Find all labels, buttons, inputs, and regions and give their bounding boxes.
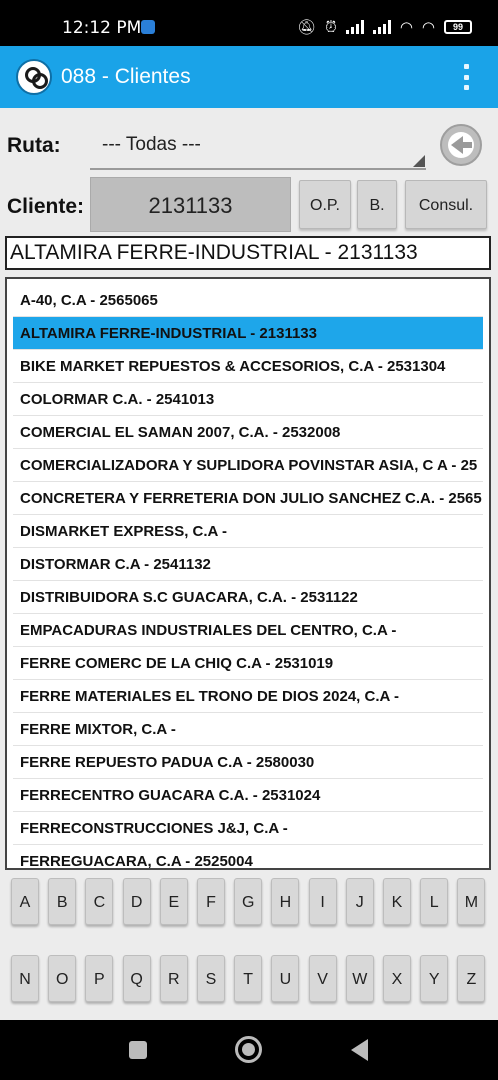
- list-item[interactable]: FERRE COMERC DE LA CHIQ C.A - 2531019: [13, 647, 483, 680]
- key-f[interactable]: F: [197, 878, 225, 925]
- selected-client-display: ALTAMIRA FERRE-INDUSTRIAL - 2131133: [5, 236, 491, 270]
- key-k[interactable]: K: [383, 878, 411, 925]
- nav-recents-icon[interactable]: [129, 1041, 147, 1059]
- key-i[interactable]: I: [308, 878, 337, 925]
- nav-back-icon[interactable]: [351, 1039, 368, 1061]
- op-button[interactable]: O.P.: [299, 180, 351, 229]
- key-e[interactable]: E: [159, 878, 188, 925]
- dropdown-caret-icon: [413, 155, 425, 167]
- list-item[interactable]: BIKE MARKET REPUESTOS & ACCESORIOS, C.A …: [13, 350, 483, 383]
- list-item[interactable]: DISMARKET EXPRESS, C.A -: [13, 515, 483, 548]
- key-g[interactable]: G: [234, 878, 263, 925]
- battery-icon: 99: [444, 20, 472, 34]
- signal-icon: [345, 20, 364, 34]
- status-time: 12:12 PM: [62, 18, 142, 38]
- list-item[interactable]: FERRE MATERIALES EL TRONO DE DIOS 2024, …: [13, 680, 483, 713]
- list-item[interactable]: COLORMAR C.A. - 2541013: [13, 383, 483, 416]
- alarm-icon: ⏰︎: [325, 18, 337, 36]
- key-n[interactable]: N: [11, 955, 39, 1002]
- wifi-icon: ◠: [399, 18, 413, 36]
- list-item[interactable]: ALTAMIRA FERRE-INDUSTRIAL - 2131133: [13, 317, 483, 350]
- key-v[interactable]: V: [308, 955, 337, 1002]
- nav-home-icon[interactable]: [235, 1036, 262, 1063]
- navigation-bar: [0, 1020, 498, 1080]
- ruta-label: Ruta:: [7, 134, 61, 157]
- list-item[interactable]: FERRECONSTRUCCIONES J&J, C.A -: [13, 812, 483, 845]
- key-h[interactable]: H: [271, 878, 300, 925]
- b-button[interactable]: B.: [357, 180, 397, 229]
- key-y[interactable]: Y: [420, 955, 449, 1002]
- key-l[interactable]: L: [420, 878, 449, 925]
- status-icons: 🔕︎ ⏰︎ ◠ ◠ 99: [297, 18, 472, 36]
- list-item[interactable]: A-40, C.A - 2565065: [13, 284, 483, 317]
- dnd-icon: 🔕︎: [297, 18, 317, 36]
- wifi-icon-2: ◠: [421, 18, 435, 36]
- client-list[interactable]: A-40, C.A - 2565065 ALTAMIRA FERRE-INDUST…: [5, 277, 491, 870]
- key-s[interactable]: S: [197, 955, 225, 1002]
- key-a[interactable]: A: [11, 878, 39, 925]
- cliente-input[interactable]: 2131133: [90, 177, 291, 232]
- signal-icon-2: [372, 20, 391, 34]
- key-b[interactable]: B: [48, 878, 77, 925]
- list-item[interactable]: FERRE MIXTOR, C.A -: [13, 713, 483, 746]
- key-x[interactable]: X: [383, 955, 411, 1002]
- app-logo-icon: [16, 59, 52, 95]
- key-q[interactable]: Q: [122, 955, 151, 1002]
- list-item[interactable]: COMERCIALIZADORA Y SUPLIDORA POVINSTAR A…: [13, 449, 483, 482]
- ruta-dropdown[interactable]: --- Todas ---: [90, 128, 426, 170]
- key-r[interactable]: R: [159, 955, 188, 1002]
- ruta-value: --- Todas ---: [102, 134, 201, 155]
- notification-app-icon: [141, 20, 155, 34]
- list-item[interactable]: DISTRIBUIDORA S.C GUACARA, C.A. - 253112…: [13, 581, 483, 614]
- consul-button[interactable]: Consul.: [405, 180, 487, 229]
- list-item[interactable]: FERREGUACARA, C.A - 2525004: [13, 845, 483, 868]
- key-j[interactable]: J: [345, 878, 374, 925]
- back-arrow-icon[interactable]: [440, 124, 482, 166]
- key-t[interactable]: T: [234, 955, 263, 1002]
- cliente-label: Cliente:: [7, 195, 85, 218]
- list-item[interactable]: FERRECENTRO GUACARA C.A. - 2531024: [13, 779, 483, 812]
- key-p[interactable]: P: [85, 955, 114, 1002]
- list-item[interactable]: FERRE REPUESTO PADUA C.A - 2580030: [13, 746, 483, 779]
- app-bar: 088 - Clientes: [0, 46, 498, 108]
- key-u[interactable]: U: [271, 955, 300, 1002]
- list-item[interactable]: COMERCIAL EL SAMAN 2007, C.A. - 2532008: [13, 416, 483, 449]
- list-item[interactable]: DISTORMAR C.A - 2541132: [13, 548, 483, 581]
- key-d[interactable]: D: [122, 878, 151, 925]
- key-m[interactable]: M: [457, 878, 486, 925]
- key-z[interactable]: Z: [457, 955, 486, 1002]
- key-w[interactable]: W: [345, 955, 374, 1002]
- overflow-menu-icon[interactable]: [464, 64, 470, 90]
- page-title: 088 - Clientes: [61, 65, 191, 88]
- list-item[interactable]: EMPACADURAS INDUSTRIALES DEL CENTRO, C.A…: [13, 614, 483, 647]
- status-bar: 12:12 PM 🔕︎ ⏰︎ ◠ ◠ 99: [0, 0, 498, 46]
- key-c[interactable]: C: [85, 878, 114, 925]
- key-o[interactable]: O: [48, 955, 77, 1002]
- list-item[interactable]: CONCRETERA Y FERRETERIA DON JULIO SANCHE…: [13, 482, 483, 515]
